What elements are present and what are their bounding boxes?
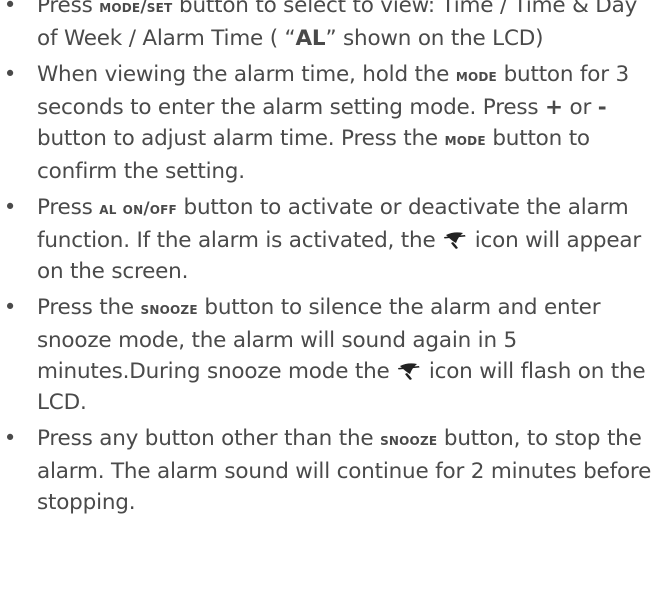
list-item: • Press AL ON/OFF button to activate or … (0, 192, 660, 287)
list-item: • Press any button other than the SNOOZE… (0, 423, 660, 518)
item-text: Press any button other than the SNOOZE b… (37, 426, 652, 515)
bullet-marker: • (3, 426, 17, 451)
plus-symbol: + (545, 95, 563, 120)
item-text: Press the SNOOZE button to silence the a… (37, 295, 646, 415)
list-item: • Press MODE/SET button to select to vie… (0, 0, 660, 54)
button-name-mode: MODE (444, 130, 486, 150)
lcd-label-al: AL (295, 26, 326, 51)
bell-icon (444, 232, 466, 249)
bullet-marker: • (3, 62, 17, 87)
item-text: When viewing the alarm time, hold the MO… (37, 62, 630, 184)
button-name-mode: MODE (455, 66, 497, 86)
minus-symbol: - (597, 95, 607, 120)
item-text: Press MODE/SET button to select to view:… (37, 0, 637, 51)
list-item: • When viewing the alarm time, hold the … (0, 59, 660, 187)
instructions-document: • Press MODE/SET button to select to vie… (0, 0, 660, 523)
list-item: • Press the SNOOZE button to silence the… (0, 292, 660, 418)
button-name-al-on-off: AL ON/OFF (99, 199, 177, 219)
instruction-list: • Press MODE/SET button to select to vie… (0, 0, 660, 518)
bell-icon (398, 363, 420, 380)
item-text: Press AL ON/OFF button to activate or de… (37, 195, 642, 284)
button-name-snooze: SNOOZE (380, 430, 438, 450)
bullet-marker: • (3, 0, 17, 18)
button-name-mode-set: MODE/SET (99, 0, 173, 17)
bullet-marker: • (3, 295, 17, 320)
bullet-marker: • (3, 195, 17, 220)
button-name-snooze: SNOOZE (140, 299, 198, 319)
